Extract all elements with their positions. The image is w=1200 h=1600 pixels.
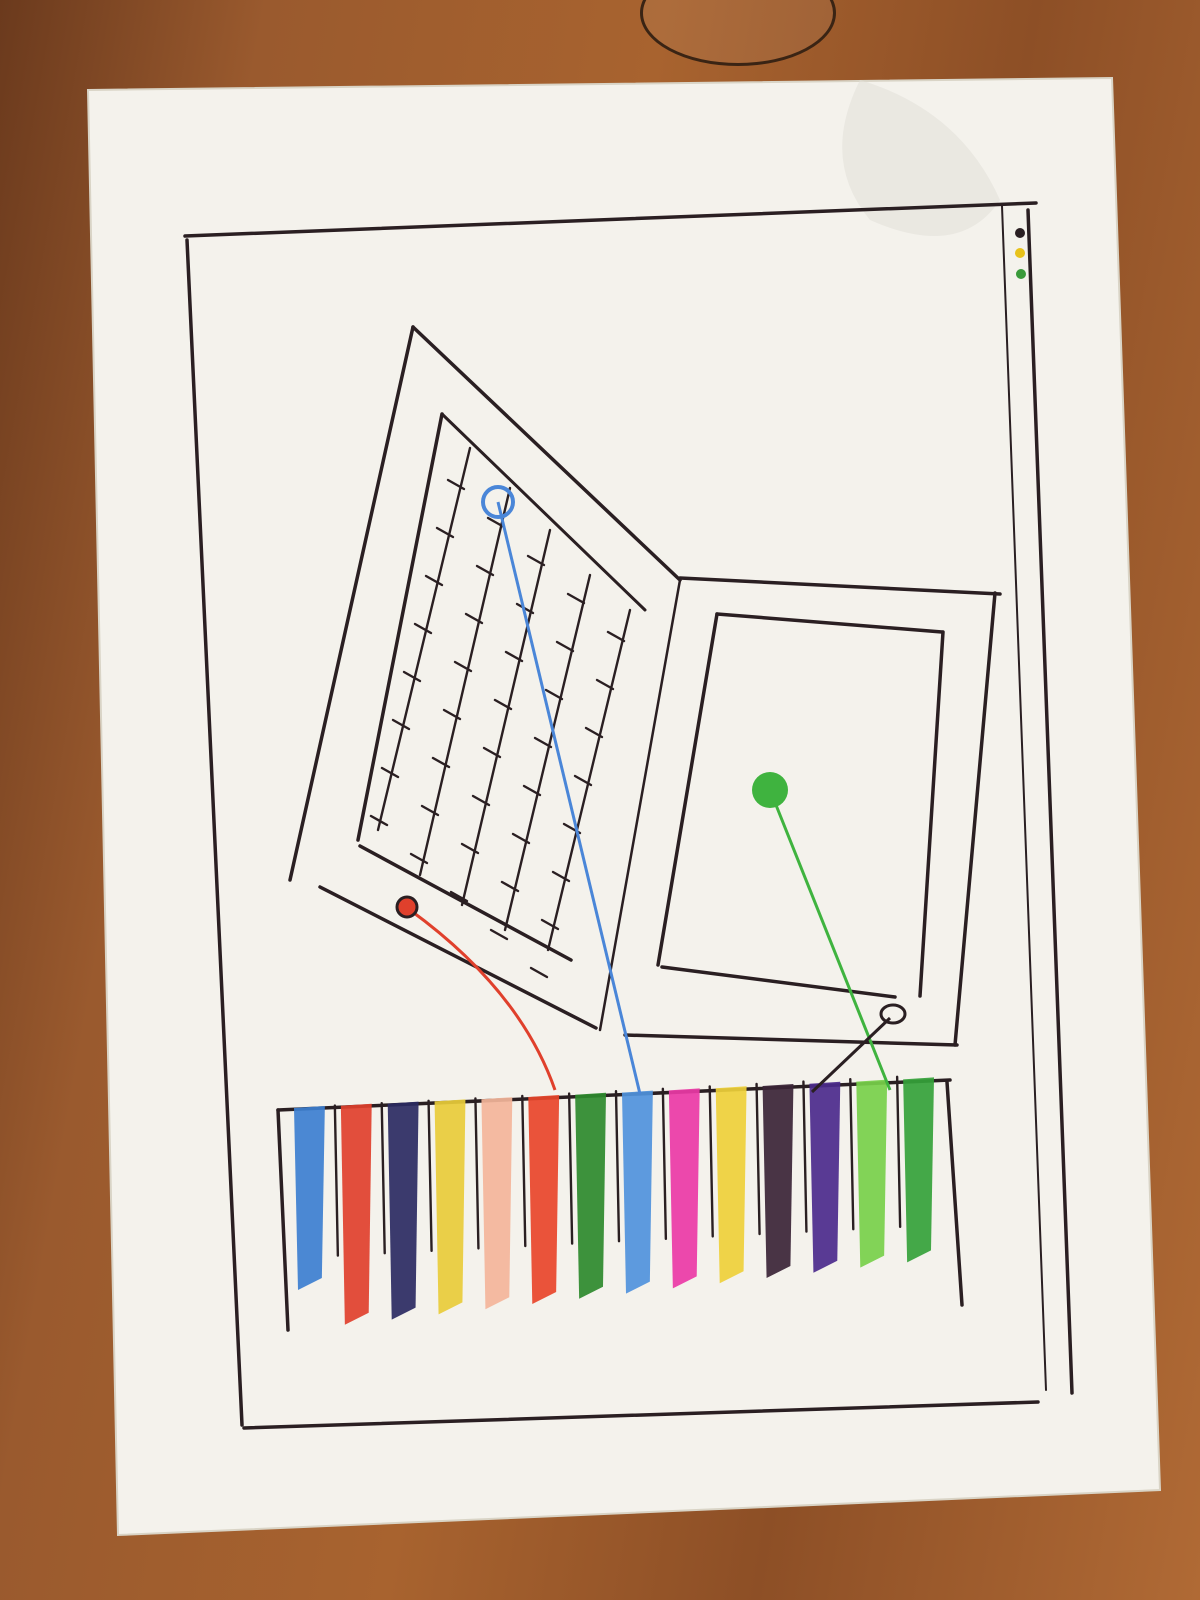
purple-swatch[interactable] <box>809 1081 841 1273</box>
navy-swatch[interactable] <box>387 1101 419 1320</box>
dark-purple-swatch[interactable] <box>762 1084 794 1278</box>
pink-swatch[interactable] <box>668 1088 700 1289</box>
lime-swatch[interactable] <box>856 1079 888 1268</box>
peach-swatch[interactable] <box>481 1097 513 1310</box>
light-blue-swatch[interactable] <box>622 1090 653 1294</box>
green-dot-marker[interactable] <box>752 772 788 808</box>
blue-swatch[interactable] <box>294 1106 325 1290</box>
sketch-paper <box>0 0 1200 1600</box>
minimize-dot[interactable] <box>1015 248 1025 258</box>
yellow-swatch[interactable] <box>434 1099 466 1315</box>
sketch-canvas <box>86 76 1162 1537</box>
forest-swatch[interactable] <box>903 1077 934 1263</box>
orange-red-swatch[interactable] <box>528 1095 560 1304</box>
red-dot-marker[interactable] <box>395 895 419 919</box>
gold-swatch[interactable] <box>715 1086 747 1284</box>
green-swatch[interactable] <box>575 1092 606 1299</box>
maximize-dot[interactable] <box>1016 269 1026 279</box>
close-dot[interactable] <box>1015 228 1025 238</box>
paper-sheet <box>86 76 1162 1537</box>
red-swatch[interactable] <box>340 1103 372 1325</box>
